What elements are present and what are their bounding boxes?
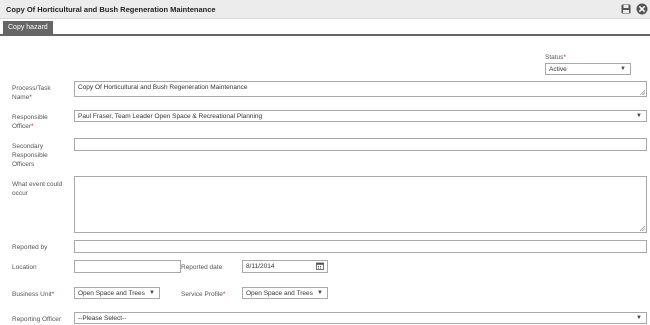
business-unit-select[interactable]: Open Space and Trees ▼: [74, 287, 160, 299]
save-icon[interactable]: [621, 4, 631, 14]
calendar-icon[interactable]: [316, 262, 324, 270]
responsible-officer-label: Responsible Officer*: [12, 114, 48, 130]
copy-hazard-button[interactable]: Copy hazard: [3, 21, 53, 35]
window-title: Copy Of Horticultural and Bush Regenerat…: [6, 5, 216, 14]
toolbar: Copy hazard: [0, 20, 650, 36]
location-label: Location: [12, 264, 37, 271]
process-name-field[interactable]: Copy Of Horticultural and Bush Regenerat…: [74, 81, 647, 97]
status-select[interactable]: Active ▼: [545, 63, 631, 75]
chevron-down-icon: ▼: [620, 66, 626, 72]
window-titlebar: Copy Of Horticultural and Bush Regenerat…: [0, 0, 650, 19]
event-textarea[interactable]: [74, 176, 647, 233]
reported-by-label: Reported by: [12, 244, 48, 251]
location-field[interactable]: [74, 260, 181, 273]
process-name-label: Process/Task Name*: [12, 85, 51, 101]
reported-date-field[interactable]: 8/11/2014: [242, 260, 328, 273]
close-icon[interactable]: [636, 3, 648, 15]
secondary-officers-field[interactable]: [74, 138, 647, 151]
chevron-down-icon: ▼: [636, 315, 642, 321]
business-unit-label: Business Unit*: [12, 291, 55, 298]
event-label: What event could occur: [12, 181, 63, 197]
reported-date-label: Reported date: [181, 264, 223, 271]
resize-grip-icon[interactable]: [640, 226, 645, 231]
chevron-down-icon: ▼: [317, 290, 323, 296]
secondary-officers-label: Secondary Responsible Officers: [12, 143, 48, 168]
reported-by-field[interactable]: [74, 240, 647, 253]
chevron-down-icon: ▼: [636, 113, 642, 119]
reporting-officer-label: Reporting Officer: [12, 316, 62, 323]
responsible-officer-select[interactable]: Paul Fraser, Team Leader Open Space & Re…: [74, 110, 647, 122]
chevron-down-icon: ▼: [149, 290, 155, 296]
resize-grip-icon[interactable]: [640, 90, 645, 95]
service-profile-label: Service Profile*: [181, 291, 226, 298]
service-profile-select[interactable]: Open Space and Trees ▼: [242, 287, 328, 299]
reporting-officer-select[interactable]: --Please Select-- ▼: [74, 312, 647, 324]
status-label: Status*: [545, 54, 566, 61]
